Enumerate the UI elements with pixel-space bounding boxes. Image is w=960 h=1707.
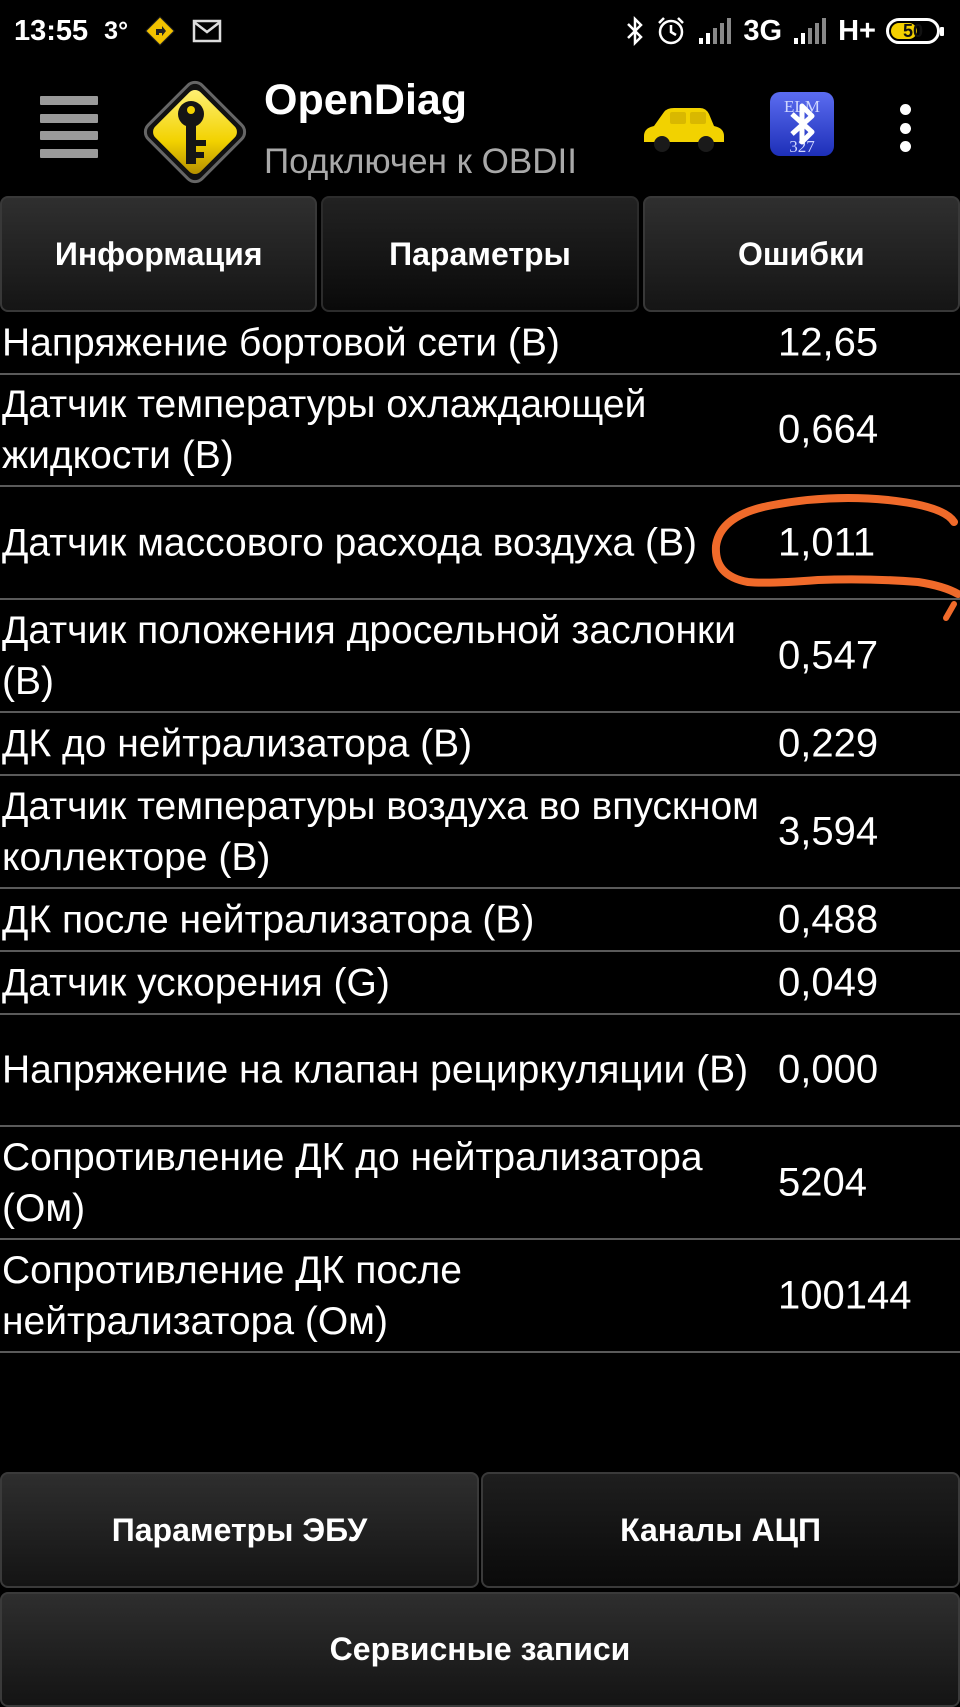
tab-information[interactable]: Информация [0, 196, 318, 312]
parameter-value: 0,049 [778, 960, 879, 1004]
parameter-value: 0,547 [778, 633, 879, 677]
key-sign-icon [135, 72, 255, 192]
parameter-value: 0,488 [778, 897, 879, 941]
status-time: 13:55 [14, 14, 89, 47]
bluetooth-elm327-icon[interactable]: ELM 327 [768, 90, 836, 158]
app-bar: OpenDiag Подключен к OBDII ELM 327 [0, 62, 960, 192]
signal-icon [792, 18, 828, 44]
parameter-name: Напряжение на клапан рециркуляции (В) [2, 1048, 749, 1092]
parameters-list: Напряжение бортовой сети (В) 12,65 Датчи… [0, 312, 960, 1353]
parameter-name: Датчик ускорения (G) [2, 961, 390, 1004]
overflow-menu-icon[interactable] [892, 104, 918, 152]
parameter-row[interactable]: Сопротивление ДК после нейтрализатора (О… [0, 1240, 960, 1353]
parameter-name: ДК до нейтрализатора (В) [2, 722, 473, 765]
bluetooth-icon [625, 15, 645, 47]
parameter-row[interactable]: ДК после нейтрализатора (В) 0,488 [0, 889, 960, 952]
parameter-row[interactable]: Датчик ускорения (G) 0,049 [0, 952, 960, 1015]
tab-errors[interactable]: Ошибки [642, 196, 960, 312]
parameter-name: Датчик массового расхода воздуха (В) [2, 521, 698, 564]
hamburger-menu-icon[interactable] [40, 96, 98, 158]
battery-icon: 50 [886, 18, 944, 44]
tab-parameters[interactable]: Параметры [321, 196, 639, 312]
tab-bar: Информация Параметры Ошибки [0, 196, 960, 312]
parameter-row[interactable]: Датчик массового расхода воздуха (В) 1,0… [0, 487, 960, 600]
parameter-row[interactable]: Напряжение бортовой сети (В) 12,65 [0, 312, 960, 375]
parameter-value: 0,229 [778, 721, 879, 765]
parameter-name: Сопротивление ДК до нейтрализатора (Ом) [2, 1135, 703, 1230]
service-records-button[interactable]: Сервисные записи [0, 1592, 960, 1707]
app-title: OpenDiag [264, 76, 468, 124]
parameter-name: Сопротивление ДК после нейтрализатора (О… [2, 1248, 462, 1343]
car-icon[interactable] [640, 102, 726, 154]
parameter-name: ДК после нейтрализатора (В) [2, 898, 535, 941]
status-temperature: 3° [104, 16, 129, 45]
parameter-name: Напряжение бортовой сети (В) [2, 321, 560, 364]
parameter-name: Датчик положения дросельной заслонки (В) [2, 608, 736, 703]
parameter-row[interactable]: Напряжение на клапан рециркуляции (В) 0,… [0, 1015, 960, 1127]
parameter-value: 12,65 [778, 320, 879, 364]
parameter-row[interactable]: Датчик температуры охлаждающей жидкости … [0, 375, 960, 487]
parameter-row[interactable]: Датчик температуры воздуха во впускном к… [0, 776, 960, 889]
ecu-params-button[interactable]: Параметры ЭБУ [0, 1472, 479, 1588]
parameter-value: 0,664 [778, 407, 879, 452]
parameter-value: 100144 [778, 1273, 912, 1317]
adc-channels-button[interactable]: Каналы АЦП [481, 1472, 960, 1588]
signal-icon [697, 18, 733, 44]
parameter-value: 3,594 [778, 809, 879, 853]
network-hplus-label: H+ [838, 14, 876, 47]
status-bar: 13:55 3° 3G H+ 50 [0, 0, 960, 62]
mail-icon [192, 19, 222, 43]
parameter-name: Датчик температуры воздуха во впускном к… [2, 784, 759, 879]
battery-level: 50 [902, 20, 924, 41]
alarm-icon [655, 15, 687, 47]
parameter-name: Датчик температуры охлаждающей жидкости … [2, 383, 647, 477]
connection-status: Подключен к OBDII [264, 142, 577, 181]
parameter-row[interactable]: ДК до нейтрализатора (В) 0,229 [0, 713, 960, 776]
network-3g-label: 3G [743, 14, 783, 47]
navigation-icon [144, 15, 176, 47]
parameter-row[interactable]: Сопротивление ДК до нейтрализатора (Ом) … [0, 1127, 960, 1240]
parameter-value: 0,000 [778, 1047, 879, 1092]
parameter-value: 5204 [778, 1160, 867, 1204]
parameter-row[interactable]: Датчик положения дросельной заслонки (В)… [0, 600, 960, 713]
parameter-value: 1,011 [778, 520, 876, 564]
